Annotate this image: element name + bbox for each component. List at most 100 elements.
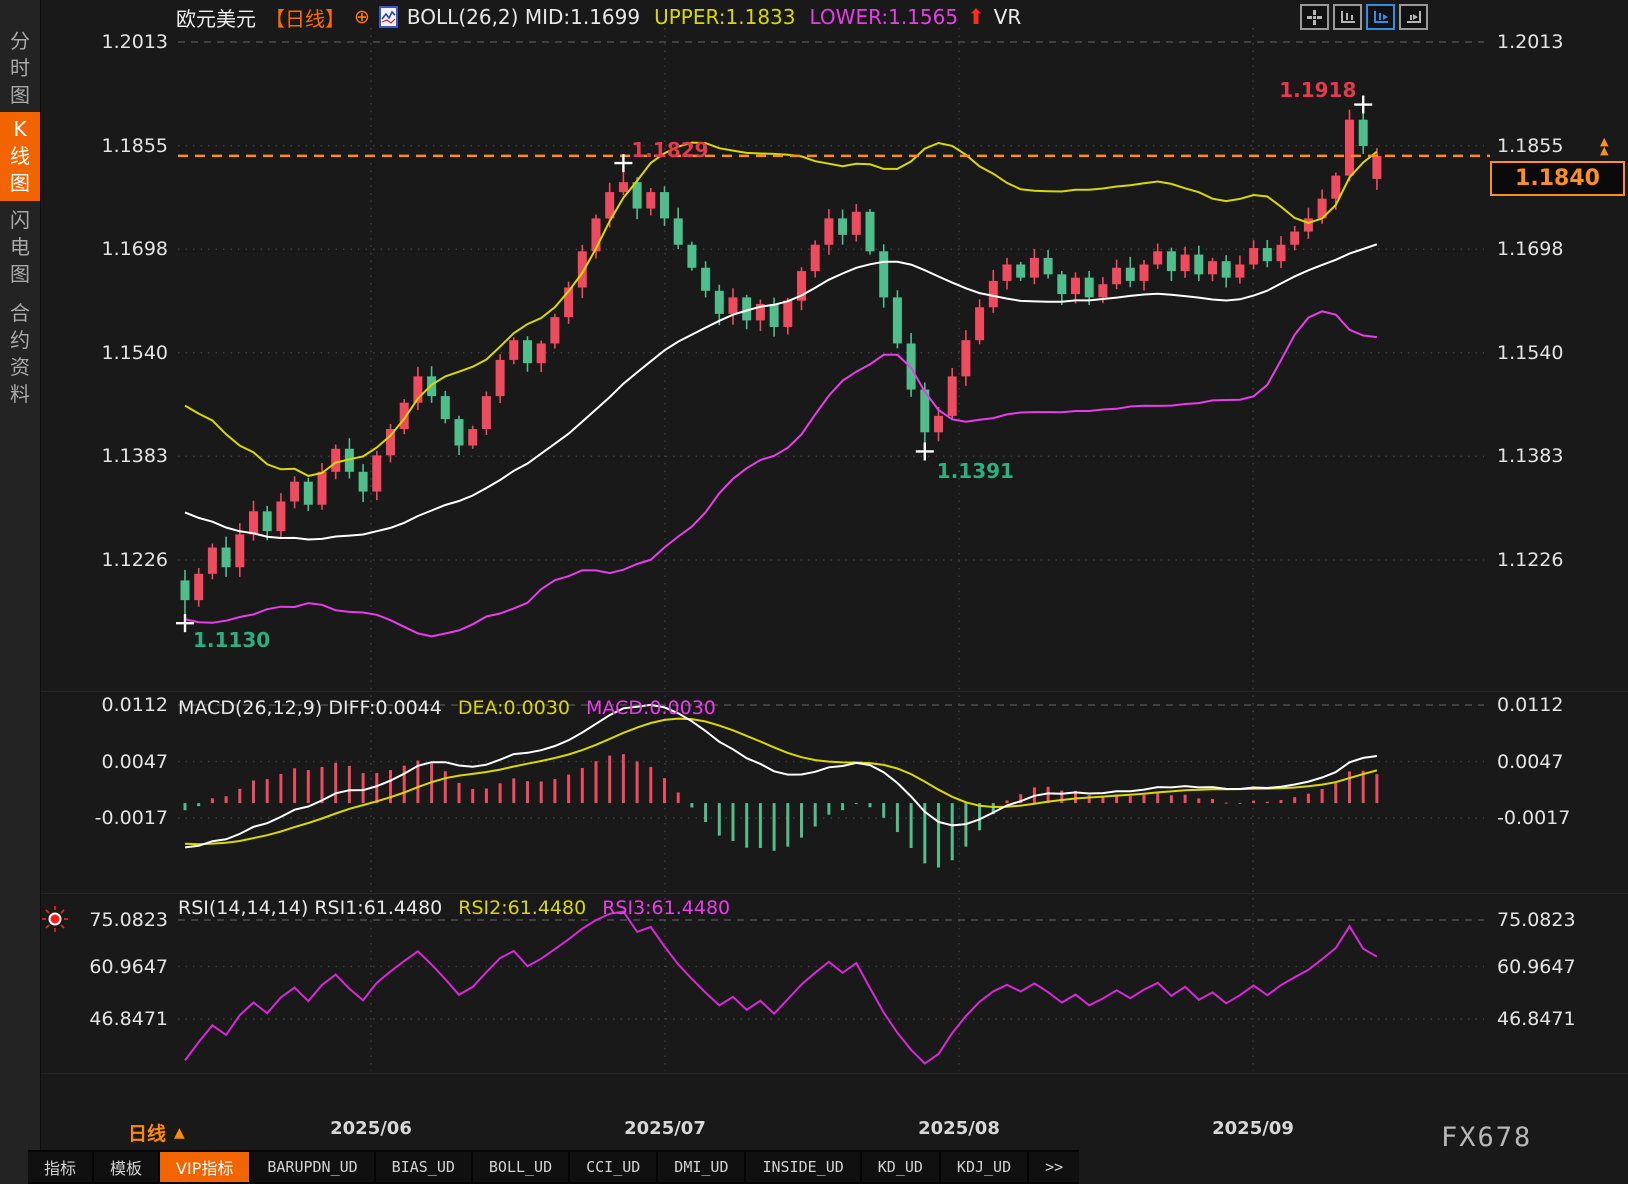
macd-histogram-bar <box>704 803 707 822</box>
rsi-hdr-segment: RSI2:61.4480 <box>458 897 586 919</box>
candle-body <box>372 455 381 491</box>
macd-histogram-bar <box>663 778 666 803</box>
candle-body <box>1057 274 1066 294</box>
macd-histogram-bar <box>1156 793 1159 803</box>
chart-canvas[interactable] <box>0 0 1628 1184</box>
caret-up-icon: ▲ <box>174 1125 185 1141</box>
macd-histogram-bar <box>855 803 858 804</box>
candle-body <box>1126 268 1135 281</box>
candle-body <box>893 297 902 343</box>
current-price-box: 1.1840 <box>1490 161 1625 196</box>
tab--[interactable]: >> <box>1029 1152 1079 1182</box>
candle-body <box>1181 255 1190 271</box>
price-axis-label-right: 1.1855 <box>1497 135 1617 157</box>
tab-指标[interactable]: 指标 <box>28 1152 92 1182</box>
price-axis-label-right: 1.1540 <box>1497 342 1617 364</box>
macd-histogram-bar <box>553 779 556 803</box>
candle-body <box>441 396 450 419</box>
candle-body <box>824 218 833 244</box>
macd-axis-label-left: -0.0017 <box>40 807 168 829</box>
candle-body <box>235 534 244 567</box>
macd-histogram-bar <box>814 803 817 826</box>
macd-histogram-bar <box>1060 791 1063 804</box>
tab-barupdn-ud[interactable]: BARUPDN_UD <box>251 1152 373 1182</box>
candle-body <box>1331 176 1340 199</box>
rsi-axis-label-left: 60.9647 <box>40 956 168 978</box>
candle-body <box>1345 120 1354 176</box>
candle-body <box>1222 261 1231 277</box>
boll-upper-line <box>185 143 1377 476</box>
candle-body <box>934 416 943 432</box>
candle-body <box>1003 264 1012 280</box>
macd-histogram-bar <box>1197 798 1200 803</box>
price-annotation: 1.1829 <box>631 138 708 162</box>
price-axis-label-right: 1.1383 <box>1497 445 1617 467</box>
candle-body <box>1359 120 1368 146</box>
candle-body <box>674 218 683 244</box>
macd-hdr-segment: MACD(26,12,9) DIFF:0.0044 <box>178 697 442 719</box>
macd-axis-label-right: 0.0047 <box>1497 751 1617 773</box>
rsi-axis-label-right: 60.9647 <box>1497 956 1617 978</box>
macd-histogram-bar <box>512 778 515 803</box>
candle-body <box>852 212 861 235</box>
macd-histogram-bar <box>1006 800 1009 803</box>
candle-body <box>331 449 340 472</box>
candle-body <box>1249 248 1258 264</box>
macd-histogram-bar <box>197 803 200 806</box>
tab-vip指标[interactable]: VIP指标 <box>160 1152 249 1182</box>
macd-histogram-bar <box>1184 795 1187 803</box>
price-axis-label-right: 1.1698 <box>1497 238 1617 260</box>
tab-kdj-ud[interactable]: KDJ_UD <box>941 1152 1027 1182</box>
macd-histogram-bar <box>1088 795 1091 803</box>
macd-histogram-bar <box>745 803 748 848</box>
pane-divider <box>41 893 1628 894</box>
candle-body <box>646 192 655 208</box>
period-selector[interactable]: 日线 ▲ <box>128 1119 185 1146</box>
macd-histogram-bar <box>677 792 680 803</box>
tab-模板[interactable]: 模板 <box>94 1152 158 1182</box>
candle-body <box>1098 284 1107 297</box>
tab-inside-ud[interactable]: INSIDE_UD <box>746 1152 859 1182</box>
candle-body <box>523 340 532 363</box>
tab-boll-ud[interactable]: BOLL_UD <box>473 1152 568 1182</box>
candle-body <box>496 360 505 396</box>
macd-histogram-bar <box>1362 771 1365 803</box>
macd-histogram-bar <box>718 803 721 836</box>
macd-histogram-bar <box>910 803 913 848</box>
month-label: 2025/09 <box>1183 1118 1323 1139</box>
macd-histogram-bar <box>827 803 830 815</box>
candle-body <box>276 501 285 531</box>
candle-body <box>1290 232 1299 245</box>
macd-histogram-bar <box>759 803 762 848</box>
watermark: FX678 <box>1441 1122 1532 1153</box>
macd-histogram-bar <box>1375 774 1378 803</box>
candle-body <box>455 419 464 445</box>
candle-body <box>838 218 847 234</box>
macd-histogram-bar <box>211 798 214 803</box>
macd-histogram-bar <box>307 770 310 803</box>
rsi-hdr-segment: RSI(14,14,14) RSI1:61.4480 <box>178 897 442 919</box>
pane-divider <box>41 1073 1628 1074</box>
macd-histogram-bar <box>1143 795 1146 803</box>
price-axis-label-left: 1.1226 <box>40 549 168 571</box>
tab-dmi-ud[interactable]: DMI_UD <box>658 1152 744 1182</box>
candle-body <box>783 301 792 327</box>
macd-histogram-bar <box>293 768 296 803</box>
candle-body <box>1153 251 1162 264</box>
macd-histogram-bar <box>1266 802 1269 803</box>
macd-histogram-bar <box>841 803 844 810</box>
macd-histogram-bar <box>786 803 789 847</box>
macd-histogram-bar <box>896 803 899 832</box>
tab-bias-ud[interactable]: BIAS_UD <box>376 1152 471 1182</box>
candle-body <box>304 482 313 505</box>
macd-histogram-bar <box>444 771 447 803</box>
macd-header: MACD(26,12,9) DIFF:0.0044DEA:0.0030MACD:… <box>178 697 716 719</box>
tab-cci-ud[interactable]: CCI_UD <box>570 1152 656 1182</box>
macd-histogram-bar <box>951 803 954 860</box>
candle-body <box>427 376 436 396</box>
price-axis-label-left: 1.1383 <box>40 445 168 467</box>
candle-body <box>1167 251 1176 271</box>
candle-body <box>1030 258 1039 278</box>
tab-kd-ud[interactable]: KD_UD <box>862 1152 939 1182</box>
candle-body <box>194 574 203 600</box>
